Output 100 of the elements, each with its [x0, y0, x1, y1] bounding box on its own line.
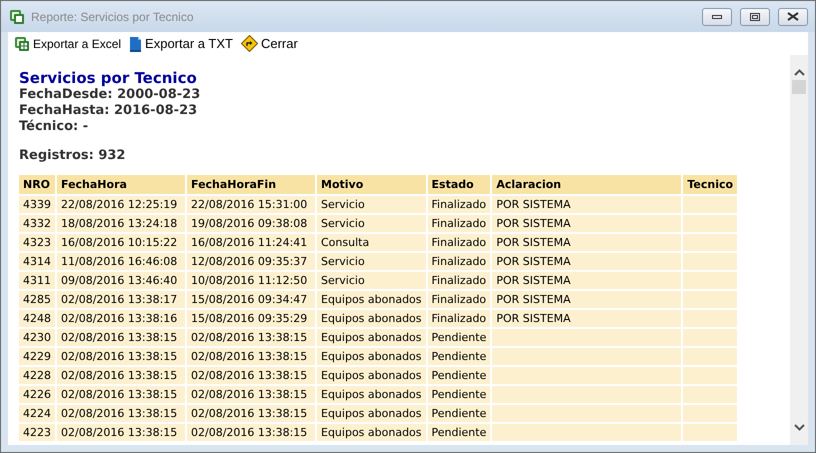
table-cell: Finalizado: [428, 253, 490, 270]
table-cell: 16/08/2016 11:24:41: [187, 234, 315, 251]
table-cell: POR SISTEMA: [492, 272, 682, 289]
table-cell: Pendiente: [428, 367, 490, 384]
column-header: Motivo: [317, 175, 426, 194]
table-cell: Pendiente: [428, 329, 490, 346]
spreadsheet-icon: [14, 36, 30, 52]
table-cell: 4248: [19, 310, 55, 327]
table-cell: POR SISTEMA: [492, 253, 682, 270]
filter-label: FechaDesde: 2000-08-23: [19, 87, 202, 103]
table-cell: 22/08/2016 15:31:00: [187, 196, 315, 213]
table-cell: Pendiente: [428, 386, 490, 403]
table-cell: Equipos abonados: [317, 291, 426, 308]
table-cell: POR SISTEMA: [492, 291, 682, 308]
table-cell: 4323: [19, 234, 55, 251]
table-cell: 02/08/2016 13:38:15: [187, 386, 315, 403]
table-cell: 4230: [19, 329, 55, 346]
table-cell: POR SISTEMA: [492, 215, 682, 232]
table-cell: Equipos abonados: [317, 386, 426, 403]
table-cell: 02/08/2016 13:38:15: [187, 424, 315, 441]
table-cell: 22/08/2016 12:25:19: [57, 196, 185, 213]
table-cell: 4314: [19, 253, 55, 270]
table-cell: 4285: [19, 291, 55, 308]
table-cell: 02/08/2016 13:38:17: [57, 291, 185, 308]
column-header: FechaHora: [57, 175, 185, 194]
table-cell: Pendiente: [428, 424, 490, 441]
table-cell: 02/08/2016 13:38:15: [187, 405, 315, 422]
table-cell: POR SISTEMA: [492, 234, 682, 251]
table-cell: Finalizado: [428, 215, 490, 232]
table-cell: Finalizado: [428, 196, 490, 213]
table-cell: Finalizado: [428, 291, 490, 308]
table-cell: Pendiente: [428, 405, 490, 422]
app-icon: [9, 8, 25, 24]
close-button[interactable]: [778, 8, 808, 26]
table-cell: 4339: [19, 196, 55, 213]
table-cell: 09/08/2016 13:46:40: [57, 272, 185, 289]
table-cell: 10/08/2016 11:12:50: [187, 272, 315, 289]
table-cell: Servicio: [317, 215, 426, 232]
scroll-thumb[interactable]: [792, 80, 806, 94]
table-cell: 4226: [19, 386, 55, 403]
table-cell: 02/08/2016 13:38:15: [57, 329, 185, 346]
table-cell: Equipos abonados: [317, 348, 426, 365]
report-title: Servicios por Tecnico: [19, 69, 198, 87]
table-cell: 4229: [19, 348, 55, 365]
column-header: FechaHoraFin: [187, 175, 315, 194]
table-cell: 4311: [19, 272, 55, 289]
export-txt-button[interactable]: Exportar a TXT: [129, 36, 233, 52]
table-cell: 02/08/2016 13:38:15: [57, 405, 185, 422]
table-cell: 02/08/2016 13:38:15: [57, 367, 185, 384]
turn-sign-icon: [240, 35, 258, 52]
close-icon: [787, 12, 799, 21]
table-cell: 15/08/2016 09:34:47: [187, 291, 315, 308]
table-cell: 02/08/2016 13:38:15: [187, 348, 315, 365]
minimize-icon: [712, 14, 722, 18]
window-title: Reporte: Servicios por Tecnico: [31, 10, 195, 24]
document-icon: [129, 36, 142, 52]
table-cell: POR SISTEMA: [492, 310, 682, 327]
table-cell: 15/08/2016 09:35:29: [187, 310, 315, 327]
table-cell: Equipos abonados: [317, 329, 426, 346]
table-cell: 4228: [19, 367, 55, 384]
table-cell: 19/08/2016 09:38:08: [187, 215, 315, 232]
table-cell: 4224: [19, 405, 55, 422]
table-cell: Finalizado: [428, 234, 490, 251]
table-cell: 4223: [19, 424, 55, 441]
table-cell: 02/08/2016 13:38:16: [57, 310, 185, 327]
scroll-down-icon[interactable]: [794, 424, 804, 431]
table-cell: Servicio: [317, 253, 426, 270]
table-cell: 18/08/2016 13:24:18: [57, 215, 185, 232]
column-header: Tecnico: [683, 175, 738, 194]
table-cell: Consulta: [317, 234, 426, 251]
table-cell: Finalizado: [428, 310, 490, 327]
column-header: NRO: [19, 175, 55, 194]
table-cell: 12/08/2016 09:35:37: [187, 253, 315, 270]
record-count: Registros: 932: [19, 148, 126, 163]
table-cell: 02/08/2016 13:38:15: [187, 367, 315, 384]
table-cell: 02/08/2016 13:38:15: [57, 348, 185, 365]
table-cell: POR SISTEMA: [492, 196, 682, 213]
table-cell: Equipos abonados: [317, 424, 426, 441]
filter-label: Técnico: -: [19, 119, 90, 135]
scroll-up-icon[interactable]: [794, 69, 804, 76]
table-cell: Servicio: [317, 196, 426, 213]
minimize-button[interactable]: [702, 8, 732, 26]
maximize-icon: [750, 12, 760, 20]
export-excel-button[interactable]: Exportar a Excel: [14, 36, 122, 52]
table-cell: 16/08/2016 10:15:22: [57, 234, 185, 251]
table-cell: Servicio: [317, 272, 426, 289]
table-cell: 11/08/2016 16:46:08: [57, 253, 185, 270]
table-cell: 02/08/2016 13:38:15: [57, 386, 185, 403]
table-cell: Pendiente: [428, 348, 490, 365]
column-header: Estado: [428, 175, 490, 194]
table-cell: Equipos abonados: [317, 405, 426, 422]
table-cell: 02/08/2016 13:38:15: [57, 424, 185, 441]
table-cell: Equipos abonados: [317, 310, 426, 327]
column-header: Aclaracion: [492, 175, 682, 194]
close-report-button[interactable]: Cerrar: [240, 35, 298, 52]
table-cell: Finalizado: [428, 272, 490, 289]
table-cell: 02/08/2016 13:38:15: [187, 329, 315, 346]
filter-label: FechaHasta: 2016-08-23: [19, 103, 198, 119]
maximize-button[interactable]: [740, 8, 770, 26]
table-cell: 4332: [19, 215, 55, 232]
